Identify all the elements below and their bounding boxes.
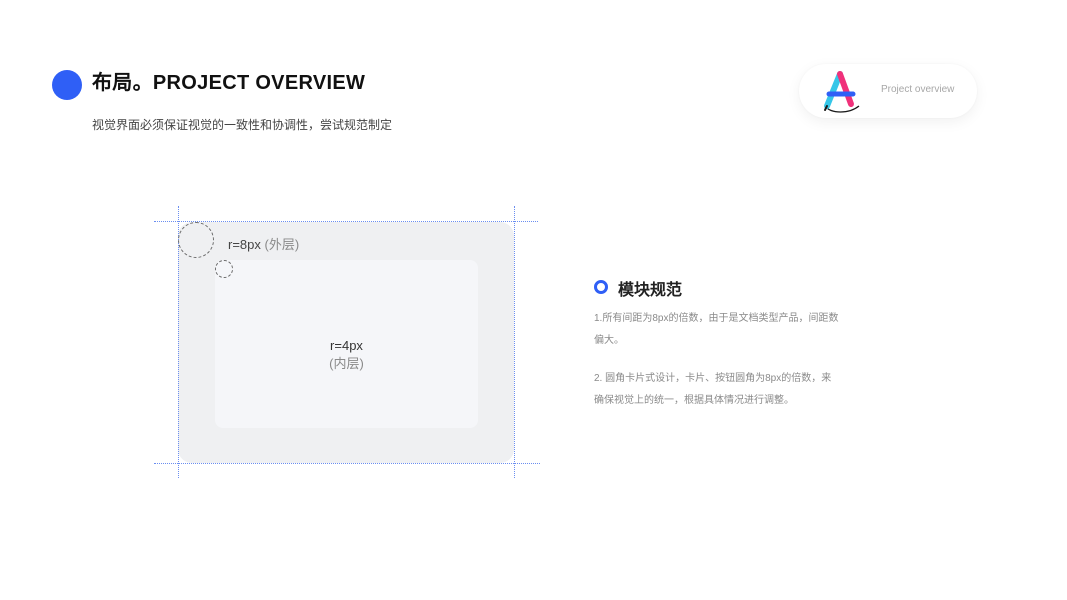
title-bullet-dot bbox=[52, 70, 82, 100]
guide-line-top bbox=[154, 221, 538, 222]
inner-radius-circle bbox=[215, 260, 233, 278]
outer-radius-value: r=8px bbox=[228, 237, 261, 252]
outer-radius-label: r=8px (外层) bbox=[228, 234, 299, 253]
inner-radius-note: (内层) bbox=[329, 356, 364, 371]
inner-radius-label: r=4px (内层) bbox=[215, 337, 478, 373]
section-paragraph-1: 1.所有间距为8px的倍数，由于是文档类型产品，间距数偏大。 bbox=[594, 313, 839, 346]
brand-logo-icon bbox=[824, 71, 860, 113]
section-ring-icon bbox=[594, 280, 608, 294]
outer-radius-circle bbox=[178, 222, 214, 258]
guide-line-right bbox=[514, 206, 515, 478]
page-title: 布局。PROJECT OVERVIEW bbox=[92, 72, 366, 94]
project-overview-badge: Project overview bbox=[799, 64, 977, 118]
guide-line-bottom bbox=[154, 463, 540, 464]
outer-radius-note: (外层) bbox=[264, 237, 300, 252]
section-paragraph-2: 2. 圆角卡片式设计，卡片、按钮圆角为8px的倍数，来确保视觉上的统一，根据具体… bbox=[594, 373, 832, 406]
page-subtitle: 视觉界面必须保证视觉的一致性和协调性，尝试规范制定 bbox=[92, 118, 393, 132]
section-title: 模块规范 bbox=[618, 282, 683, 299]
inner-radius-value: r=4px bbox=[330, 338, 363, 353]
badge-label: Project overview bbox=[881, 84, 955, 95]
